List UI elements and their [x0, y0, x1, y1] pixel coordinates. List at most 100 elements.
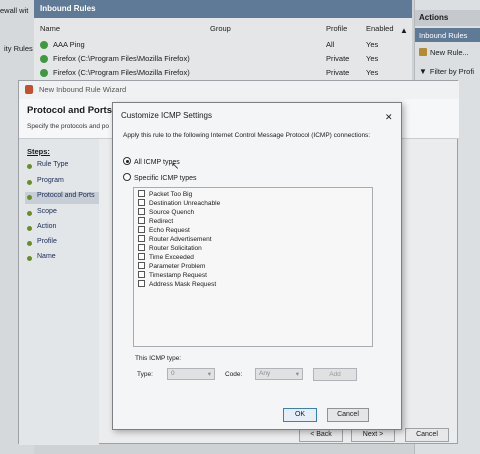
chevron-down-icon: ▾ [295, 371, 299, 378]
radio-specific-icmp-types[interactable]: Specific ICMP types [123, 173, 197, 182]
ok-button[interactable]: OK [283, 408, 317, 422]
checkbox-icon [138, 217, 145, 224]
filter-icon: ▼ [419, 67, 427, 76]
icmp-type-label: Destination Unreachable [149, 200, 221, 207]
new-rule-icon [419, 48, 427, 56]
icmp-type-label: Time Exceeded [149, 254, 194, 261]
wizard-heading: Protocol and Ports [27, 105, 112, 116]
icmp-type-checkbox[interactable]: Router Solicitation [138, 244, 202, 253]
this-icmp-type-label: This ICMP type: [135, 355, 182, 362]
column-header-group[interactable]: Group [210, 24, 231, 33]
code-select-value: Any [259, 370, 271, 377]
action-filter-label: Filter by Profi [429, 67, 475, 76]
cancel-button[interactable]: Cancel [327, 408, 369, 422]
radio-unselected-icon [123, 173, 131, 181]
enabled-check-icon [40, 69, 48, 77]
actions-inbound-rules[interactable]: Inbound Rules [415, 28, 480, 42]
checkbox-icon [138, 271, 145, 278]
table-row[interactable]: Firefox (C:\Program Files\Mozilla Firefo… [40, 68, 410, 80]
icmp-type-checkbox[interactable]: Destination Unreachable [138, 199, 220, 208]
table-row[interactable]: AAA Ping All Yes [40, 40, 410, 52]
wizard-title: New Inbound Rule Wizard [39, 85, 127, 94]
rules-pane-title: Inbound Rules [34, 0, 412, 18]
column-header-profile[interactable]: Profile [326, 24, 347, 33]
rule-name: AAA Ping [53, 40, 85, 49]
scroll-up-icon[interactable]: ▲ [400, 26, 408, 35]
chevron-down-icon: ▾ [207, 371, 211, 378]
rule-enabled: Yes [366, 68, 379, 77]
checkbox-icon [138, 235, 145, 242]
close-icon[interactable]: ✕ [385, 112, 393, 123]
rule-profile: Private [326, 54, 350, 63]
table-row[interactable]: Firefox (C:\Program Files\Mozilla Firefo… [40, 54, 410, 66]
type-label: Type: [137, 371, 153, 378]
column-header-enabled[interactable]: Enabled [366, 24, 394, 33]
tree-item-inbound-rules[interactable]: ity Rules [4, 44, 33, 53]
icmp-type-checkbox[interactable]: Time Exceeded [138, 253, 194, 262]
action-new-rule[interactable]: New Rule... [419, 48, 469, 57]
checkbox-icon [138, 190, 145, 197]
step-program[interactable]: Program [25, 177, 99, 189]
rule-name: Firefox (C:\Program Files\Mozilla Firefo… [53, 54, 190, 63]
step-action[interactable]: Action [25, 223, 99, 235]
action-filter-by-profile[interactable]: ▼ Filter by Profi [419, 67, 474, 76]
tree-title: ewall wit [0, 6, 29, 15]
step-profile[interactable]: Profile [25, 238, 99, 250]
icmp-type-label: Address Mask Request [149, 281, 217, 288]
icmp-type-checkbox[interactable]: Redirect [138, 217, 173, 226]
enabled-check-icon [40, 55, 48, 63]
wizard-steps: Steps: Rule Type Program Protocol and Po… [19, 139, 99, 445]
mouse-cursor-icon: ↖ [171, 161, 180, 172]
step-protocol-and-ports[interactable]: Protocol and Ports [25, 192, 99, 204]
step-scope[interactable]: Scope [25, 208, 99, 220]
wizard-titlebar: New Inbound Rule Wizard [19, 81, 459, 99]
icmp-type-label: Router Advertisement [149, 236, 212, 243]
icmp-type-label: Timestamp Request [149, 272, 207, 279]
wizard-cancel-button[interactable]: Cancel [405, 428, 449, 442]
radio-selected-icon [123, 157, 131, 165]
checkbox-icon [138, 253, 145, 260]
icmp-type-checkbox[interactable]: Source Quench [138, 208, 194, 217]
icmp-type-checkbox[interactable]: Echo Request [138, 226, 190, 235]
step-name[interactable]: Name [25, 253, 99, 265]
steps-label: Steps: [27, 147, 50, 156]
icmp-type-checkbox[interactable]: Parameter Problem [138, 262, 205, 271]
rule-profile: All [326, 40, 335, 49]
icmp-type-checkbox[interactable]: Address Mask Request [138, 280, 216, 289]
radio-specific-label: Specific ICMP types [134, 175, 197, 182]
icmp-type-checkbox[interactable]: Router Advertisement [138, 235, 212, 244]
code-select[interactable]: Any ▾ [255, 368, 303, 380]
add-button[interactable]: Add [313, 368, 357, 381]
checkbox-icon [138, 262, 145, 269]
icmp-type-checkbox[interactable]: Timestamp Request [138, 271, 207, 280]
checkbox-icon [138, 226, 145, 233]
icmp-dialog-title: Customize ICMP Settings [121, 111, 212, 120]
icmp-type-label: Source Quench [149, 209, 195, 216]
back-button[interactable]: < Back [299, 428, 343, 442]
rule-profile: Private [326, 68, 350, 77]
checkbox-icon [138, 199, 145, 206]
icmp-types-list: Packet Too Big Destination Unreachable S… [133, 187, 373, 347]
icmp-type-label: Parameter Problem [149, 263, 206, 270]
wizard-subheading: Specify the protocols and po [27, 123, 110, 130]
next-button[interactable]: Next > [351, 428, 395, 442]
icmp-description: Apply this rule to the following Interne… [123, 132, 371, 139]
actions-title: Actions [415, 10, 480, 26]
column-header-name[interactable]: Name [40, 24, 60, 33]
rules-pane: Inbound Rules Name Group Profile Enabled… [34, 0, 412, 90]
type-select[interactable]: 0 ▾ [167, 368, 215, 380]
step-rule-type[interactable]: Rule Type [25, 161, 99, 173]
rule-enabled: Yes [366, 54, 379, 63]
icmp-type-checkbox[interactable]: Packet Too Big [138, 190, 192, 199]
enabled-check-icon [40, 41, 48, 49]
checkbox-icon [138, 208, 145, 215]
checkbox-icon [138, 280, 145, 287]
icmp-type-label: Router Solicitation [149, 245, 202, 252]
rule-enabled: Yes [366, 40, 379, 49]
icmp-type-label: Echo Request [149, 227, 190, 234]
customize-icmp-dialog: Customize ICMP Settings ✕ Apply this rul… [112, 102, 402, 430]
firewall-icon [25, 85, 33, 94]
code-label: Code: [225, 371, 243, 378]
type-select-value: 0 [171, 370, 175, 377]
checkbox-icon [138, 244, 145, 251]
